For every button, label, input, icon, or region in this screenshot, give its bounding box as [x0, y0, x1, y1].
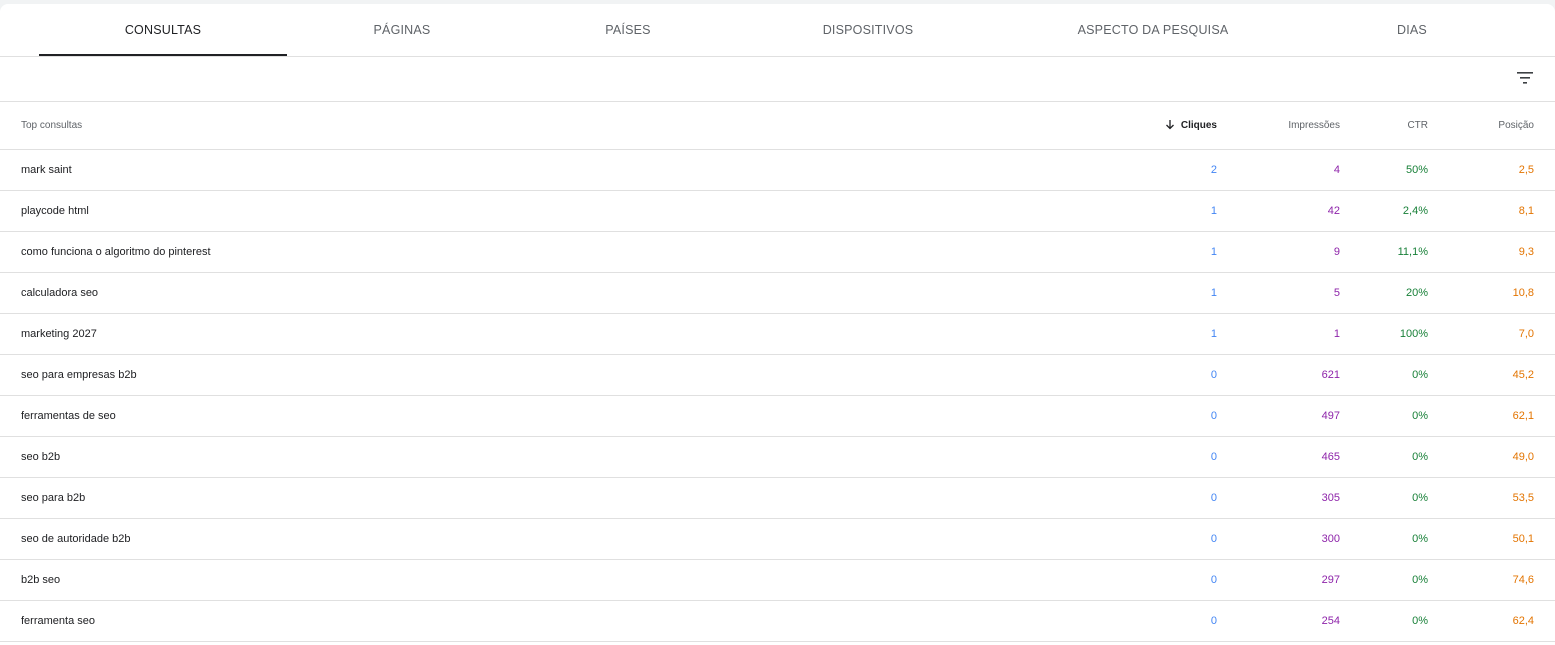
table-row[interactable]: calculadora seo 1 5 20% 10,8 — [0, 273, 1555, 314]
query-cell: calculadora seo — [21, 287, 99, 299]
impressions-cell: 5 — [1333, 287, 1340, 299]
column-header-position[interactable]: Posição — [1498, 102, 1534, 149]
ctr-cell: 2,4% — [1402, 205, 1428, 217]
ctr-cell: 0% — [1412, 410, 1428, 422]
clicks-cell: 1 — [1210, 287, 1217, 299]
query-cell: seo para b2b — [21, 492, 86, 504]
ctr-cell: 20% — [1405, 287, 1428, 299]
table-row[interactable]: b2b seo 0 297 0% 74,6 — [0, 560, 1555, 601]
ctr-cell: 0% — [1412, 451, 1428, 463]
clicks-cell: 0 — [1210, 533, 1217, 545]
impressions-cell: 305 — [1321, 492, 1340, 504]
clicks-cell: 0 — [1210, 574, 1217, 586]
table-row[interactable]: seo b2b 0 465 0% 49,0 — [0, 437, 1555, 478]
tab-paises[interactable]: PAÍSES — [517, 4, 739, 56]
query-cell: mark saint — [21, 164, 72, 176]
table-row[interactable]: seo para empresas b2b 0 621 0% 45,2 — [0, 355, 1555, 396]
ctr-cell: 0% — [1412, 615, 1428, 627]
clicks-cell: 1 — [1210, 246, 1217, 258]
table-row[interactable]: seo de autoridade b2b 0 300 0% 50,1 — [0, 519, 1555, 560]
position-cell: 49,0 — [1512, 451, 1534, 463]
impressions-cell: 254 — [1321, 615, 1340, 627]
filter-button[interactable] — [1513, 66, 1537, 90]
column-header-clicks[interactable]: Cliques — [1165, 102, 1217, 149]
query-cell: ferramenta seo — [21, 615, 95, 627]
position-cell: 50,1 — [1512, 533, 1534, 545]
column-header-clicks-label: Cliques — [1180, 120, 1217, 131]
table-toolbar — [0, 57, 1555, 102]
position-cell: 10,8 — [1512, 287, 1534, 299]
ctr-cell: 0% — [1412, 369, 1428, 381]
table-row[interactable]: como funciona o algoritmo do pinterest 1 9… — [0, 232, 1555, 273]
clicks-cell: 0 — [1210, 615, 1217, 627]
query-cell: b2b seo — [21, 574, 61, 586]
impressions-cell: 621 — [1321, 369, 1340, 381]
position-cell: 62,4 — [1512, 615, 1534, 627]
query-cell: playcode html — [21, 205, 89, 217]
position-cell: 53,5 — [1512, 492, 1534, 504]
ctr-cell: 11,1% — [1397, 246, 1428, 258]
query-cell: seo de autoridade b2b — [21, 533, 131, 545]
clicks-cell: 0 — [1210, 369, 1217, 381]
table-row[interactable]: ferramentas de seo 0 497 0% 62,1 — [0, 396, 1555, 437]
impressions-cell: 9 — [1333, 246, 1340, 258]
query-cell: marketing 2027 — [21, 328, 97, 340]
clicks-cell: 0 — [1210, 492, 1217, 504]
query-cell: seo para empresas b2b — [21, 369, 137, 381]
position-cell: 9,3 — [1518, 246, 1534, 258]
position-cell: 45,2 — [1512, 369, 1534, 381]
table-row[interactable]: ferramenta seo 0 254 0% 62,4 — [0, 601, 1555, 642]
query-cell: seo b2b — [21, 451, 61, 463]
ctr-cell: 0% — [1412, 533, 1428, 545]
clicks-cell: 1 — [1210, 328, 1217, 340]
query-cell: como funciona o algoritmo do pinterest — [21, 246, 211, 258]
tab-paginas[interactable]: PÁGINAS — [287, 4, 517, 56]
dimension-tabs: CONSULTAS PÁGINAS PAÍSES DISPOSITIVOS AS… — [0, 4, 1555, 57]
ctr-cell: 0% — [1412, 492, 1428, 504]
column-header-ctr[interactable]: CTR — [1407, 102, 1428, 149]
table-row[interactable]: seo para b2b 0 305 0% 53,5 — [0, 478, 1555, 519]
table-row[interactable]: playcode html 1 42 2,4% 8,1 — [0, 191, 1555, 232]
table-row[interactable]: marketing 2027 1 1 100% 7,0 — [0, 314, 1555, 355]
position-cell: 2,5 — [1518, 164, 1534, 176]
arrow-down-icon — [1165, 119, 1174, 130]
ctr-cell: 100% — [1399, 328, 1428, 340]
position-cell: 8,1 — [1518, 205, 1534, 217]
position-cell: 74,6 — [1512, 574, 1534, 586]
tab-dispositivos[interactable]: DISPOSITIVOS — [739, 4, 997, 56]
impressions-cell: 497 — [1321, 410, 1340, 422]
table-header: Top consultas Cliques Impressões CTR Pos… — [0, 102, 1555, 150]
query-cell: ferramentas de seo — [21, 410, 116, 422]
column-header-query: Top consultas — [21, 120, 83, 131]
performance-table-card: CONSULTAS PÁGINAS PAÍSES DISPOSITIVOS AS… — [0, 4, 1555, 645]
tab-aspecto-da-pesquisa[interactable]: ASPECTO DA PESQUISA — [997, 4, 1309, 56]
impressions-cell: 465 — [1321, 451, 1340, 463]
impressions-cell: 1 — [1333, 328, 1340, 340]
impressions-cell: 42 — [1327, 205, 1340, 217]
impressions-cell: 4 — [1333, 164, 1340, 176]
table-row[interactable]: mark saint 2 4 50% 2,5 — [0, 150, 1555, 191]
column-header-impressions[interactable]: Impressões — [1288, 102, 1340, 149]
clicks-cell: 0 — [1210, 410, 1217, 422]
position-cell: 62,1 — [1512, 410, 1534, 422]
clicks-cell: 1 — [1210, 205, 1217, 217]
active-tab-indicator — [39, 54, 287, 56]
position-cell: 7,0 — [1518, 328, 1534, 340]
clicks-cell: 2 — [1210, 164, 1217, 176]
ctr-cell: 50% — [1405, 164, 1428, 176]
filter-list-icon — [1517, 72, 1533, 84]
table-body: mark saint 2 4 50% 2,5 playcode html 1 42 2,4% 8,… — [0, 150, 1555, 642]
impressions-cell: 300 — [1321, 533, 1340, 545]
tab-dias[interactable]: DIAS — [1309, 4, 1515, 56]
ctr-cell: 0% — [1412, 574, 1428, 586]
impressions-cell: 297 — [1321, 574, 1340, 586]
tab-consultas[interactable]: CONSULTAS — [39, 4, 287, 56]
clicks-cell: 0 — [1210, 451, 1217, 463]
